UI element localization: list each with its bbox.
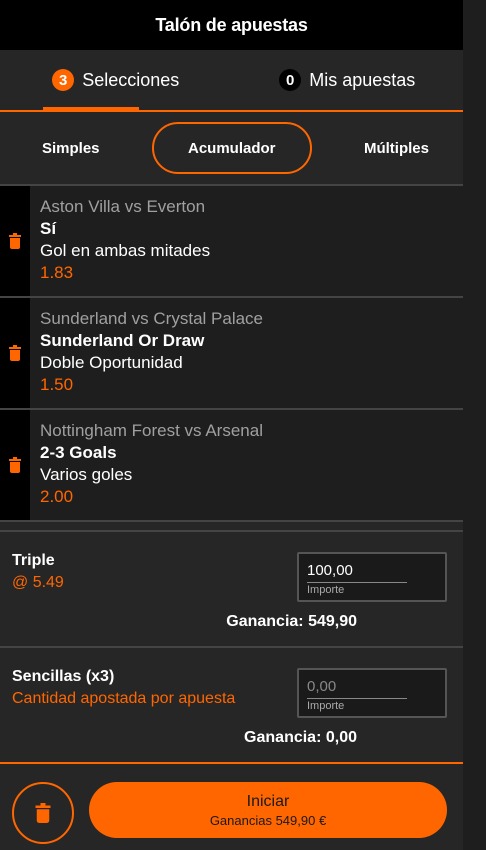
- stake-value: 0,00: [307, 678, 337, 695]
- selection-match: Sunderland vs Crystal Palace: [40, 309, 264, 328]
- accumulator-odds: @ 5.49: [12, 574, 64, 591]
- selection-odds: 1.50: [40, 375, 74, 394]
- place-bet-button[interactable]: Iniciar Ganancias 549,90 €: [89, 782, 447, 838]
- betslip-header: Talón de apuestas: [0, 0, 463, 50]
- page-title: Talón de apuestas: [155, 14, 308, 35]
- gain-value: 0,00: [325, 729, 357, 746]
- selection-market: Gol en ambas mitades: [40, 241, 211, 260]
- betslip-panel: Talón de apuestas 3 Selecciones 0 Mis ap…: [0, 0, 463, 850]
- selection-pick: Sunderland Or Draw: [40, 331, 205, 350]
- tab-selections[interactable]: 3 Selecciones: [0, 50, 232, 110]
- selection-market: Doble Oportunidad: [40, 353, 183, 372]
- singles-subtitle: Cantidad apostada por apuesta: [12, 690, 236, 707]
- gain-label: Ganancia:: [226, 613, 304, 630]
- mode-singles[interactable]: Simples: [42, 140, 100, 157]
- potential-winnings: Ganancias 549,90 €: [209, 812, 327, 828]
- selection-odds: 2.00: [40, 487, 74, 506]
- place-bet-label: Iniciar: [246, 792, 290, 810]
- betslip-footer: Iniciar Ganancias 549,90 €: [0, 762, 463, 850]
- trash-icon: [35, 803, 51, 823]
- singles-stake-input[interactable]: 0,00 Importe: [297, 668, 447, 718]
- stake-value: 100,00: [307, 562, 353, 579]
- trash-icon: [9, 457, 21, 473]
- gain-value: 549,90: [308, 613, 357, 630]
- selection-item: Nottingham Forest vs Arsenal 2-3 Goals V…: [0, 410, 463, 522]
- remove-selection-button[interactable]: [0, 410, 30, 520]
- tab-selections-label: Selecciones: [82, 69, 180, 90]
- selection-item: Sunderland vs Crystal Palace Sunderland …: [0, 298, 463, 410]
- selection-pick: 2-3 Goals: [40, 443, 117, 462]
- selection-item: Aston Villa vs Everton Sí Gol en ambas m…: [0, 186, 463, 298]
- scroll-edge: [463, 0, 486, 850]
- remove-selection-button[interactable]: [0, 298, 30, 408]
- singles-title: Sencillas (x3): [12, 668, 115, 685]
- selection-match: Nottingham Forest vs Arsenal: [40, 421, 263, 440]
- selection-odds: 1.83: [40, 263, 74, 282]
- accumulator-title: Triple: [12, 552, 55, 569]
- stake-label: Importe: [307, 584, 345, 596]
- accumulator-block: Triple @ 5.49 100,00 Importe Ganancia: 5…: [0, 530, 463, 646]
- gain-label: Ganancia:: [244, 729, 322, 746]
- clear-betslip-button[interactable]: [12, 782, 74, 844]
- trash-icon: [9, 233, 21, 249]
- accumulator-gain: Ganancia: 549,90: [226, 613, 357, 631]
- selection-pick: Sí: [40, 219, 57, 238]
- singles-block: Sencillas (x3) Cantidad apostada por apu…: [0, 646, 463, 762]
- singles-gain: Ganancia: 0,00: [244, 729, 357, 747]
- selections-count-badge: 3: [52, 69, 75, 91]
- tab-my-bets-label: Mis apuestas: [309, 69, 416, 90]
- my-bets-count-badge: 0: [279, 69, 302, 91]
- stake-label: Importe: [307, 700, 345, 712]
- selection-match: Aston Villa vs Everton: [40, 197, 206, 216]
- tab-my-bets[interactable]: 0 Mis apuestas: [232, 50, 464, 110]
- bet-mode-selector: Simples Acumulador Múltiples: [0, 112, 463, 186]
- mode-accumulator[interactable]: Acumulador: [151, 122, 312, 174]
- remove-selection-button[interactable]: [0, 186, 30, 296]
- selection-market: Varios goles: [40, 465, 133, 484]
- betslip-tabs: 3 Selecciones 0 Mis apuestas: [0, 50, 463, 112]
- trash-icon: [9, 345, 21, 361]
- mode-multiples[interactable]: Múltiples: [364, 140, 429, 157]
- accumulator-stake-input[interactable]: 100,00 Importe: [297, 552, 447, 602]
